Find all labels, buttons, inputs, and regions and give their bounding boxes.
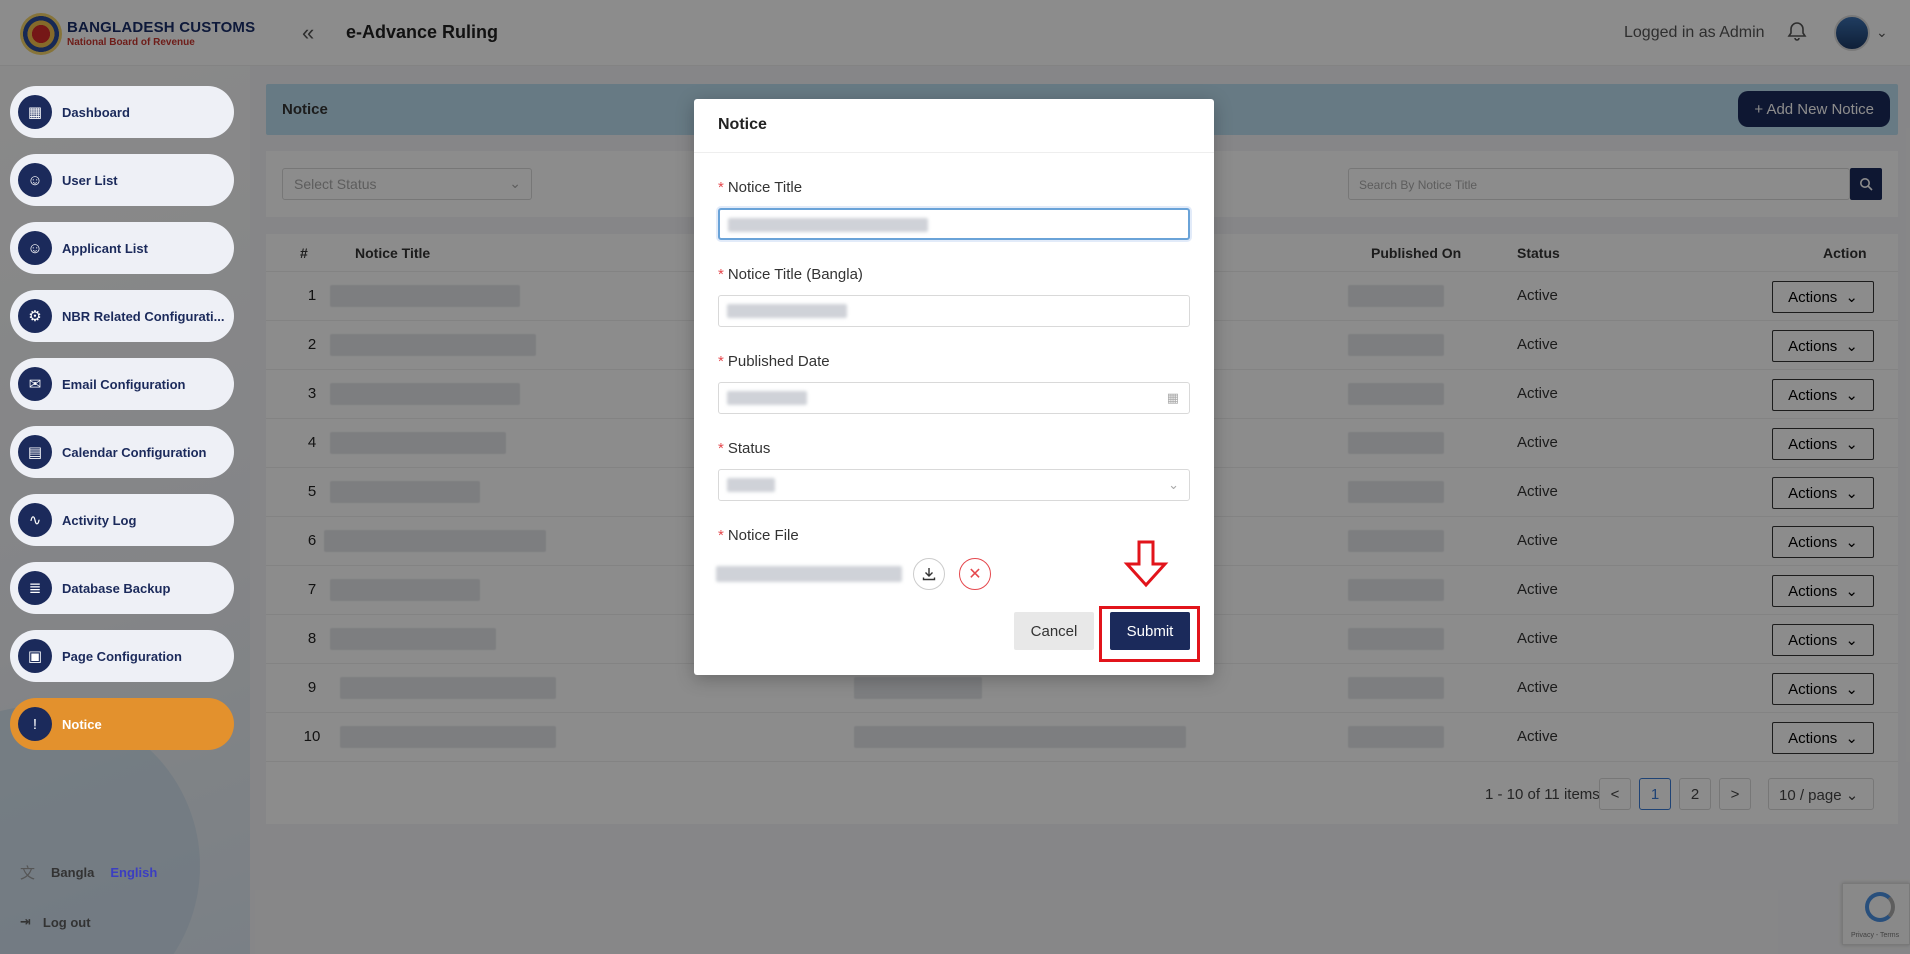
sidebar-item-email-config[interactable]: ✉ Email Configuration <box>10 358 234 410</box>
chevron-down-icon: ⌄ <box>1168 477 1179 492</box>
calendar-icon: ▦ <box>1166 390 1179 405</box>
redacted-file-name <box>716 566 902 582</box>
notice-title-input[interactable] <box>718 208 1190 240</box>
download-icon <box>922 568 936 581</box>
language-switcher: 文 Bangla English <box>20 862 157 883</box>
status-label-text: Status <box>727 440 771 457</box>
redacted-value <box>728 218 928 232</box>
redacted-value <box>727 478 775 492</box>
sidebar-item-database-backup[interactable]: ≣ Database Backup <box>10 562 234 614</box>
lang-bangla[interactable]: Bangla <box>51 865 94 880</box>
required-mark: * <box>718 353 724 370</box>
notice-file-label: * Notice File <box>718 527 799 544</box>
users-icon: ☺ <box>18 163 52 197</box>
sidebar-item-label: Notice <box>62 716 102 732</box>
alert-icon: ! <box>18 707 52 741</box>
cancel-button[interactable]: Cancel <box>1014 612 1094 650</box>
notice-title-bangla-label: * Notice Title (Bangla) <box>718 266 863 283</box>
sidebar-item-label: Calendar Configuration <box>62 444 207 460</box>
sidebar-item-notice[interactable]: ! Notice <box>10 698 234 750</box>
download-button[interactable] <box>913 558 945 590</box>
notice-title-bangla-input[interactable] <box>718 295 1190 327</box>
modal-title: Notice <box>694 99 1214 153</box>
sidebar-item-label: Applicant List <box>62 240 148 256</box>
sidebar-item-dashboard[interactable]: ▦ Dashboard <box>10 86 234 138</box>
published-date-picker[interactable]: ▦ <box>718 382 1190 414</box>
sidebar-item-nbr-config[interactable]: ⚙ NBR Related Configurati... <box>10 290 234 342</box>
sidebar-item-activity-log[interactable]: ∿ Activity Log <box>10 494 234 546</box>
sidebar-item-calendar-config[interactable]: ▤ Calendar Configuration <box>10 426 234 478</box>
translate-icon: 文 <box>20 865 36 882</box>
notice-title-bangla-label-text: Notice Title (Bangla) <box>727 266 863 283</box>
database-icon: ≣ <box>18 571 52 605</box>
status-label: * Status <box>718 440 770 457</box>
remove-file-button[interactable]: ✕ <box>959 558 991 590</box>
dashboard-icon: ▦ <box>18 95 52 129</box>
sidebar-item-applicant-list[interactable]: ☺ Applicant List <box>10 222 234 274</box>
published-date-label: * Published Date <box>718 353 830 370</box>
mail-icon: ✉ <box>18 367 52 401</box>
sidebar-item-label: NBR Related Configurati... <box>62 308 225 324</box>
notice-file-label-text: Notice File <box>727 527 799 544</box>
submit-highlight-box <box>1099 606 1200 662</box>
published-date-label-text: Published Date <box>727 353 830 370</box>
calendar-icon: ▤ <box>18 435 52 469</box>
down-arrow-annotation-icon <box>1123 540 1169 588</box>
activity-icon: ∿ <box>18 503 52 537</box>
required-mark: * <box>718 266 724 283</box>
redacted-value <box>727 304 847 318</box>
notice-modal: Notice * Notice Title * Notice Title (Bang… <box>694 99 1214 675</box>
logout-icon: ⇥ <box>20 914 31 929</box>
sidebar-item-user-list[interactable]: ☺ User List <box>10 154 234 206</box>
sidebar-item-page-config[interactable]: ▣ Page Configuration <box>10 630 234 682</box>
required-mark: * <box>718 179 724 196</box>
redacted-value <box>727 391 807 405</box>
notice-title-label: * Notice Title <box>718 179 802 196</box>
sidebar-item-label: User List <box>62 172 118 188</box>
applicants-icon: ☺ <box>18 231 52 265</box>
notice-title-label-text: Notice Title <box>727 179 803 196</box>
gear-icon: ⚙ <box>18 299 52 333</box>
required-mark: * <box>718 527 724 544</box>
sidebar-item-label: Activity Log <box>62 512 137 528</box>
sidebar-item-label: Dashboard <box>62 104 130 120</box>
sidebar-item-label: Email Configuration <box>62 376 186 392</box>
close-icon: ✕ <box>968 566 982 583</box>
lang-english[interactable]: English <box>110 865 157 880</box>
page-icon: ▣ <box>18 639 52 673</box>
logout-link[interactable]: ⇥ Log out <box>20 914 91 930</box>
status-select[interactable]: ⌄ <box>718 469 1190 501</box>
sidebar-item-label: Database Backup <box>62 580 171 596</box>
logout-label: Log out <box>42 914 91 930</box>
sidebar-item-label: Page Configuration <box>62 648 182 664</box>
required-mark: * <box>718 440 724 457</box>
